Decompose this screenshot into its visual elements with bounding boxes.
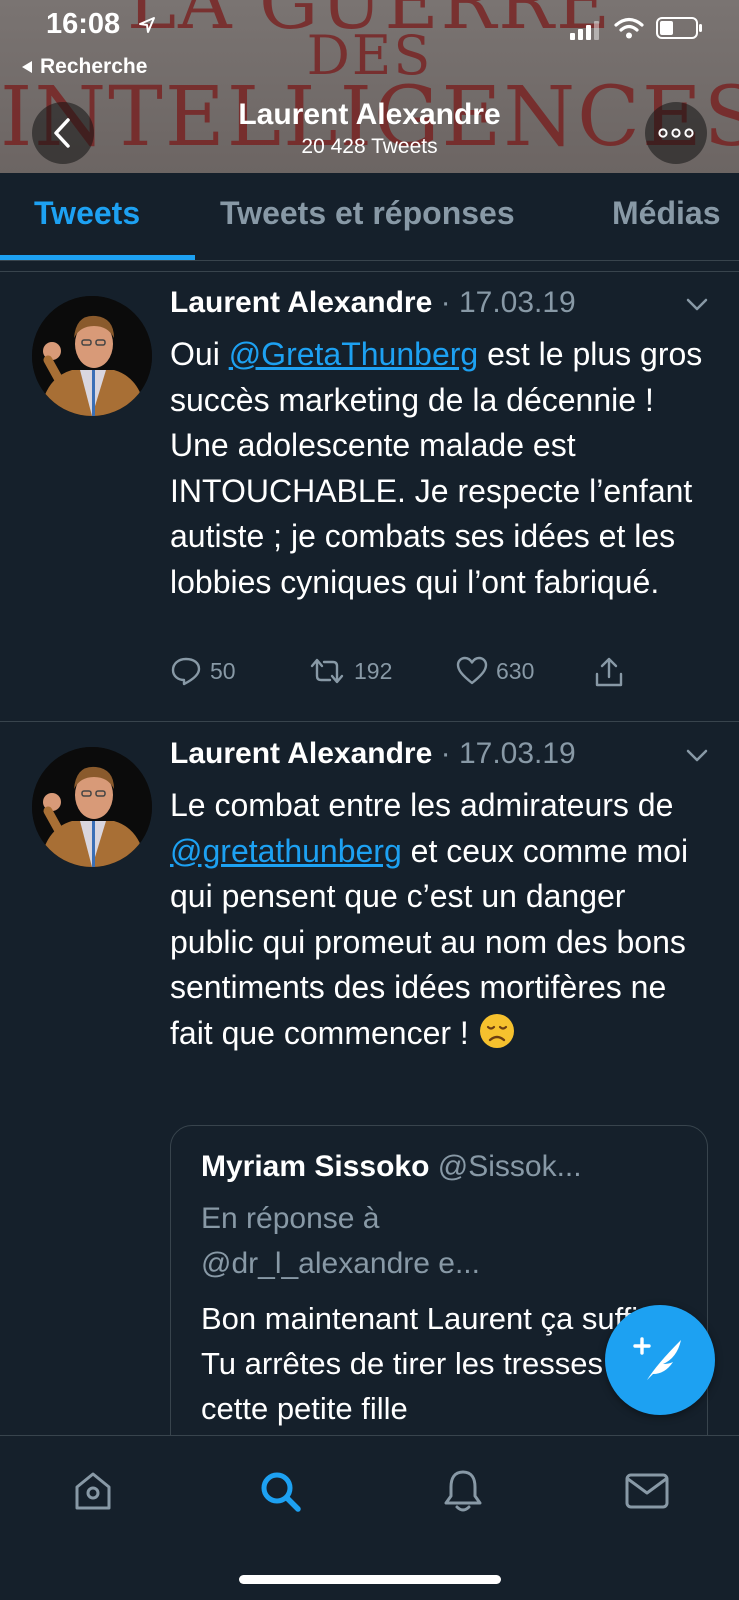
nav-search[interactable] <box>255 1466 305 1516</box>
tweet-text-part: Oui <box>170 336 229 372</box>
mention-link[interactable]: @gretathunberg <box>170 833 402 869</box>
tweet-count: 20 428 Tweets <box>301 135 438 158</box>
battery-icon <box>656 16 704 45</box>
triangle-left-icon <box>22 61 32 73</box>
wifi-icon <box>614 16 644 45</box>
tweet-text-part: Le combat entre les admirateurs de <box>170 787 674 823</box>
quoted-tweet-header: Myriam Sissoko @Sissok... <box>201 1150 582 1184</box>
like-button[interactable]: 630 <box>456 656 534 686</box>
disappointed-face-emoji-icon <box>478 1012 516 1050</box>
tweet-header: Laurent Alexandre · 17.03.19 <box>170 737 576 771</box>
compose-tweet-icon <box>633 1337 681 1380</box>
tweet-date[interactable]: 17.03.19 <box>459 286 576 319</box>
cellular-signal-icon <box>570 20 602 45</box>
reply-button[interactable]: 50 <box>170 656 236 686</box>
profile-tabs: Tweets Tweets et réponses Médias <box>0 173 739 261</box>
active-tab-indicator <box>0 255 195 260</box>
tweet-actions: 50 192 630 <box>170 656 640 696</box>
profile-name: Laurent Alexandre <box>238 98 501 131</box>
home-indicator[interactable] <box>239 1575 501 1584</box>
reply-icon <box>171 657 201 686</box>
more-button[interactable] <box>645 102 707 164</box>
nav-notifications[interactable] <box>438 1466 488 1516</box>
tweet[interactable]: Laurent Alexandre · 17.03.19 Oui @GretaT… <box>0 272 739 722</box>
back-to-search-label: Recherche <box>40 55 148 78</box>
retweet-button[interactable]: 192 <box>308 656 392 686</box>
tweet-menu-chevron-down-icon[interactable] <box>686 749 708 768</box>
status-time: 16:08 <box>46 8 121 40</box>
avatar[interactable] <box>32 747 152 867</box>
search-icon <box>261 1472 301 1512</box>
quoted-tweet[interactable]: Myriam Sissoko @Sissok... En réponse à @… <box>170 1125 708 1465</box>
tweet-author[interactable]: Laurent Alexandre <box>170 286 432 319</box>
compose-tweet-button[interactable] <box>605 1305 715 1415</box>
reply-to-label: En réponse à <box>201 1202 380 1235</box>
messages-icon <box>625 1473 669 1509</box>
like-count: 630 <box>496 657 535 684</box>
home-icon <box>75 1472 111 1510</box>
tweet-header: Laurent Alexandre · 17.03.19 <box>170 286 576 320</box>
tweet-separator: · <box>432 737 459 770</box>
tweet-text-part: est le plus gros succès marketing de la … <box>170 336 703 600</box>
retweet-icon <box>310 658 344 684</box>
quoted-author-handle: @Sissok... <box>429 1150 582 1183</box>
tab-media[interactable]: Médias <box>612 195 720 232</box>
tabs-separator <box>0 262 739 272</box>
notifications-icon <box>444 1470 482 1512</box>
tab-tweets[interactable]: Tweets <box>34 195 140 232</box>
tweet-author[interactable]: Laurent Alexandre <box>170 737 432 770</box>
nav-messages[interactable] <box>622 1466 672 1516</box>
mention-link[interactable]: @GretaThunberg <box>229 336 479 372</box>
quoted-author-name: Myriam Sissoko <box>201 1150 430 1183</box>
reply-to-handles: @dr_l_alexandre e... <box>201 1247 480 1280</box>
tweet-separator: · <box>432 286 459 319</box>
tweet-text: Oui @GretaThunberg est le plus gros succ… <box>170 332 715 605</box>
avatar[interactable] <box>32 296 152 416</box>
tweet-menu-chevron-down-icon[interactable] <box>686 298 708 317</box>
more-icon <box>658 128 694 138</box>
back-to-search-link[interactable]: Recherche <box>20 55 147 79</box>
tweet-date[interactable]: 17.03.19 <box>459 737 576 770</box>
quoted-reply-context: En réponse à @dr_l_alexandre e... <box>201 1196 681 1286</box>
tweet-text: Le combat entre les admirateurs de @gret… <box>170 783 715 1056</box>
profile-header: LA GUERRE DES INTELLIGENCES 16:08 Recher… <box>0 0 739 173</box>
location-arrow-icon <box>138 16 156 39</box>
retweet-count: 192 <box>354 657 393 684</box>
share-button[interactable] <box>594 656 624 688</box>
share-icon <box>595 657 623 687</box>
tab-tweets-and-replies[interactable]: Tweets et réponses <box>220 195 515 232</box>
reply-count: 50 <box>210 657 236 684</box>
heart-icon <box>456 656 488 685</box>
avatar-photo <box>32 296 152 416</box>
avatar-photo <box>32 747 152 867</box>
nav-home[interactable] <box>68 1466 118 1516</box>
status-bar: 16:08 <box>0 6 739 46</box>
